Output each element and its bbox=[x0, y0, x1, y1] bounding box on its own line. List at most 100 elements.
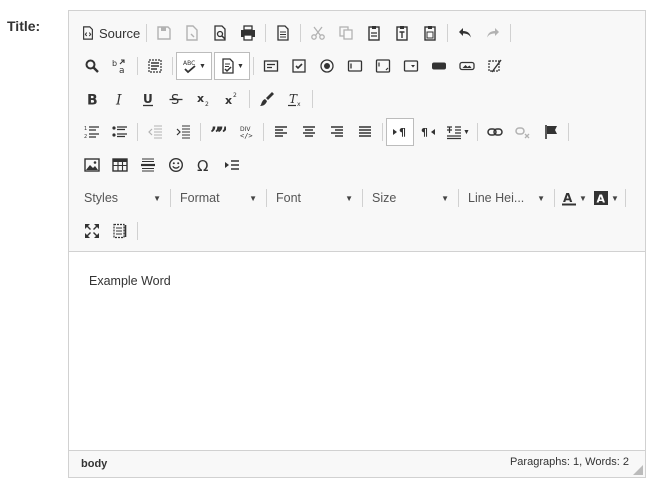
spellcheck-button[interactable]: ABC ▼ bbox=[176, 52, 212, 80]
element-path-body[interactable]: body bbox=[81, 458, 107, 470]
chevron-down-icon: ▼ bbox=[237, 62, 244, 70]
italic-button[interactable]: I bbox=[106, 85, 134, 113]
subscript-icon: x2 bbox=[197, 92, 209, 107]
svg-text:a: a bbox=[119, 66, 125, 74]
svg-text:x: x bbox=[197, 92, 204, 105]
select-field-icon bbox=[403, 60, 419, 72]
checkbox-icon bbox=[292, 59, 306, 73]
bold-button[interactable]: B bbox=[78, 85, 106, 113]
align-center-icon bbox=[303, 126, 315, 137]
select-field-button[interactable] bbox=[397, 52, 425, 80]
div-container-button[interactable]: DIV </> bbox=[232, 118, 260, 146]
subscript-button[interactable]: x2 bbox=[190, 85, 218, 113]
background-color-button[interactable]: A ▼ bbox=[590, 186, 622, 210]
save-button[interactable] bbox=[150, 19, 178, 47]
separator bbox=[172, 57, 173, 75]
rich-text-editor: Source ba ABC ▼ ▼ B I U x 2 x 2 T x 1 2 … bbox=[68, 10, 646, 478]
justify-icon bbox=[359, 126, 371, 137]
checkbox-button[interactable] bbox=[285, 52, 313, 80]
align-right-button[interactable] bbox=[323, 118, 351, 146]
templates-button[interactable] bbox=[269, 19, 297, 47]
new-page-button[interactable] bbox=[178, 19, 206, 47]
editor-content[interactable]: Example Word bbox=[89, 274, 171, 288]
form-button[interactable] bbox=[257, 52, 285, 80]
numbered-list-button[interactable]: 12 bbox=[78, 118, 106, 146]
copy-formatting-button[interactable] bbox=[253, 85, 281, 113]
chevron-down-icon: ▼ bbox=[199, 62, 206, 70]
language-button[interactable]: ▼ bbox=[442, 118, 474, 146]
hidden-field-button[interactable] bbox=[481, 52, 509, 80]
scayt-button[interactable]: ▼ bbox=[214, 52, 250, 80]
print-button[interactable] bbox=[234, 19, 262, 47]
table-button[interactable] bbox=[106, 151, 134, 179]
underline-button[interactable]: U bbox=[134, 85, 162, 113]
size-label: Size bbox=[372, 191, 397, 205]
maximize-button[interactable] bbox=[78, 217, 106, 245]
justify-button[interactable] bbox=[351, 118, 379, 146]
font-dropdown[interactable]: Font ▼ bbox=[270, 186, 359, 210]
text-direction-ltr-button[interactable]: ¶ bbox=[386, 118, 414, 146]
redo-button[interactable] bbox=[479, 19, 507, 47]
textarea-button[interactable] bbox=[369, 52, 397, 80]
link-icon bbox=[487, 128, 503, 136]
horizontal-line-button[interactable] bbox=[134, 151, 162, 179]
remove-format-icon: Tx bbox=[288, 92, 301, 107]
separator bbox=[249, 90, 250, 108]
button-tool[interactable] bbox=[425, 52, 453, 80]
blockquote-button[interactable]: ”” bbox=[204, 118, 232, 146]
text-field-button[interactable] bbox=[341, 52, 369, 80]
image-button[interactable] bbox=[78, 151, 106, 179]
editor-statusbar: body Paragraphs: 1, Words: 2 bbox=[69, 450, 645, 477]
cut-button[interactable] bbox=[304, 19, 332, 47]
separator bbox=[568, 123, 569, 141]
styles-dropdown[interactable]: Styles ▼ bbox=[78, 186, 167, 210]
toolbar-row-3: B I U S x2 x2 Tx bbox=[78, 85, 316, 113]
separator bbox=[300, 24, 302, 42]
copy-icon bbox=[339, 26, 353, 40]
bulleted-list-button[interactable] bbox=[106, 118, 134, 146]
toolbar-row-7 bbox=[78, 217, 141, 245]
radio-button-tool[interactable] bbox=[313, 52, 341, 80]
select-all-button[interactable] bbox=[141, 52, 169, 80]
maximize-icon bbox=[85, 224, 99, 238]
resize-handle-icon[interactable] bbox=[633, 465, 643, 475]
remove-format-button[interactable]: Tx bbox=[281, 85, 309, 113]
unlink-icon bbox=[515, 127, 530, 139]
show-blocks-icon bbox=[113, 223, 127, 239]
show-blocks-button[interactable] bbox=[106, 217, 134, 245]
smiley-button[interactable] bbox=[162, 151, 190, 179]
source-button[interactable]: Source bbox=[78, 19, 143, 47]
image-button-tool[interactable] bbox=[453, 52, 481, 80]
paste-text-button[interactable] bbox=[388, 19, 416, 47]
align-right-icon bbox=[331, 126, 343, 137]
decrease-indent-button[interactable] bbox=[141, 118, 169, 146]
link-button[interactable] bbox=[481, 118, 509, 146]
align-left-button[interactable] bbox=[267, 118, 295, 146]
undo-button[interactable] bbox=[451, 19, 479, 47]
preview-button[interactable] bbox=[206, 19, 234, 47]
radio-icon bbox=[320, 59, 334, 73]
flag-icon bbox=[545, 125, 557, 139]
svg-text:I: I bbox=[115, 93, 122, 108]
paste-button[interactable] bbox=[360, 19, 388, 47]
paste-word-button[interactable] bbox=[416, 19, 444, 47]
superscript-button[interactable]: x2 bbox=[218, 85, 246, 113]
text-color-button[interactable]: A ▼ bbox=[558, 186, 590, 210]
page-break-button[interactable] bbox=[218, 151, 246, 179]
replace-button[interactable]: ba bbox=[106, 52, 134, 80]
unlink-button[interactable] bbox=[509, 118, 537, 146]
text-direction-rtl-button[interactable]: ¶ bbox=[414, 118, 442, 146]
new-page-icon bbox=[186, 25, 198, 41]
paste-text-icon bbox=[396, 26, 408, 41]
svg-text:U: U bbox=[143, 92, 153, 106]
strikethrough-button[interactable]: S bbox=[162, 85, 190, 113]
anchor-button[interactable] bbox=[537, 118, 565, 146]
format-dropdown[interactable]: Format ▼ bbox=[174, 186, 263, 210]
special-char-button[interactable]: Ω bbox=[190, 151, 218, 179]
copy-button[interactable] bbox=[332, 19, 360, 47]
find-button[interactable] bbox=[78, 52, 106, 80]
increase-indent-button[interactable] bbox=[169, 118, 197, 146]
align-center-button[interactable] bbox=[295, 118, 323, 146]
size-dropdown[interactable]: Size ▼ bbox=[366, 186, 455, 210]
line-height-dropdown[interactable]: Line Hei... ▼ bbox=[462, 186, 551, 210]
